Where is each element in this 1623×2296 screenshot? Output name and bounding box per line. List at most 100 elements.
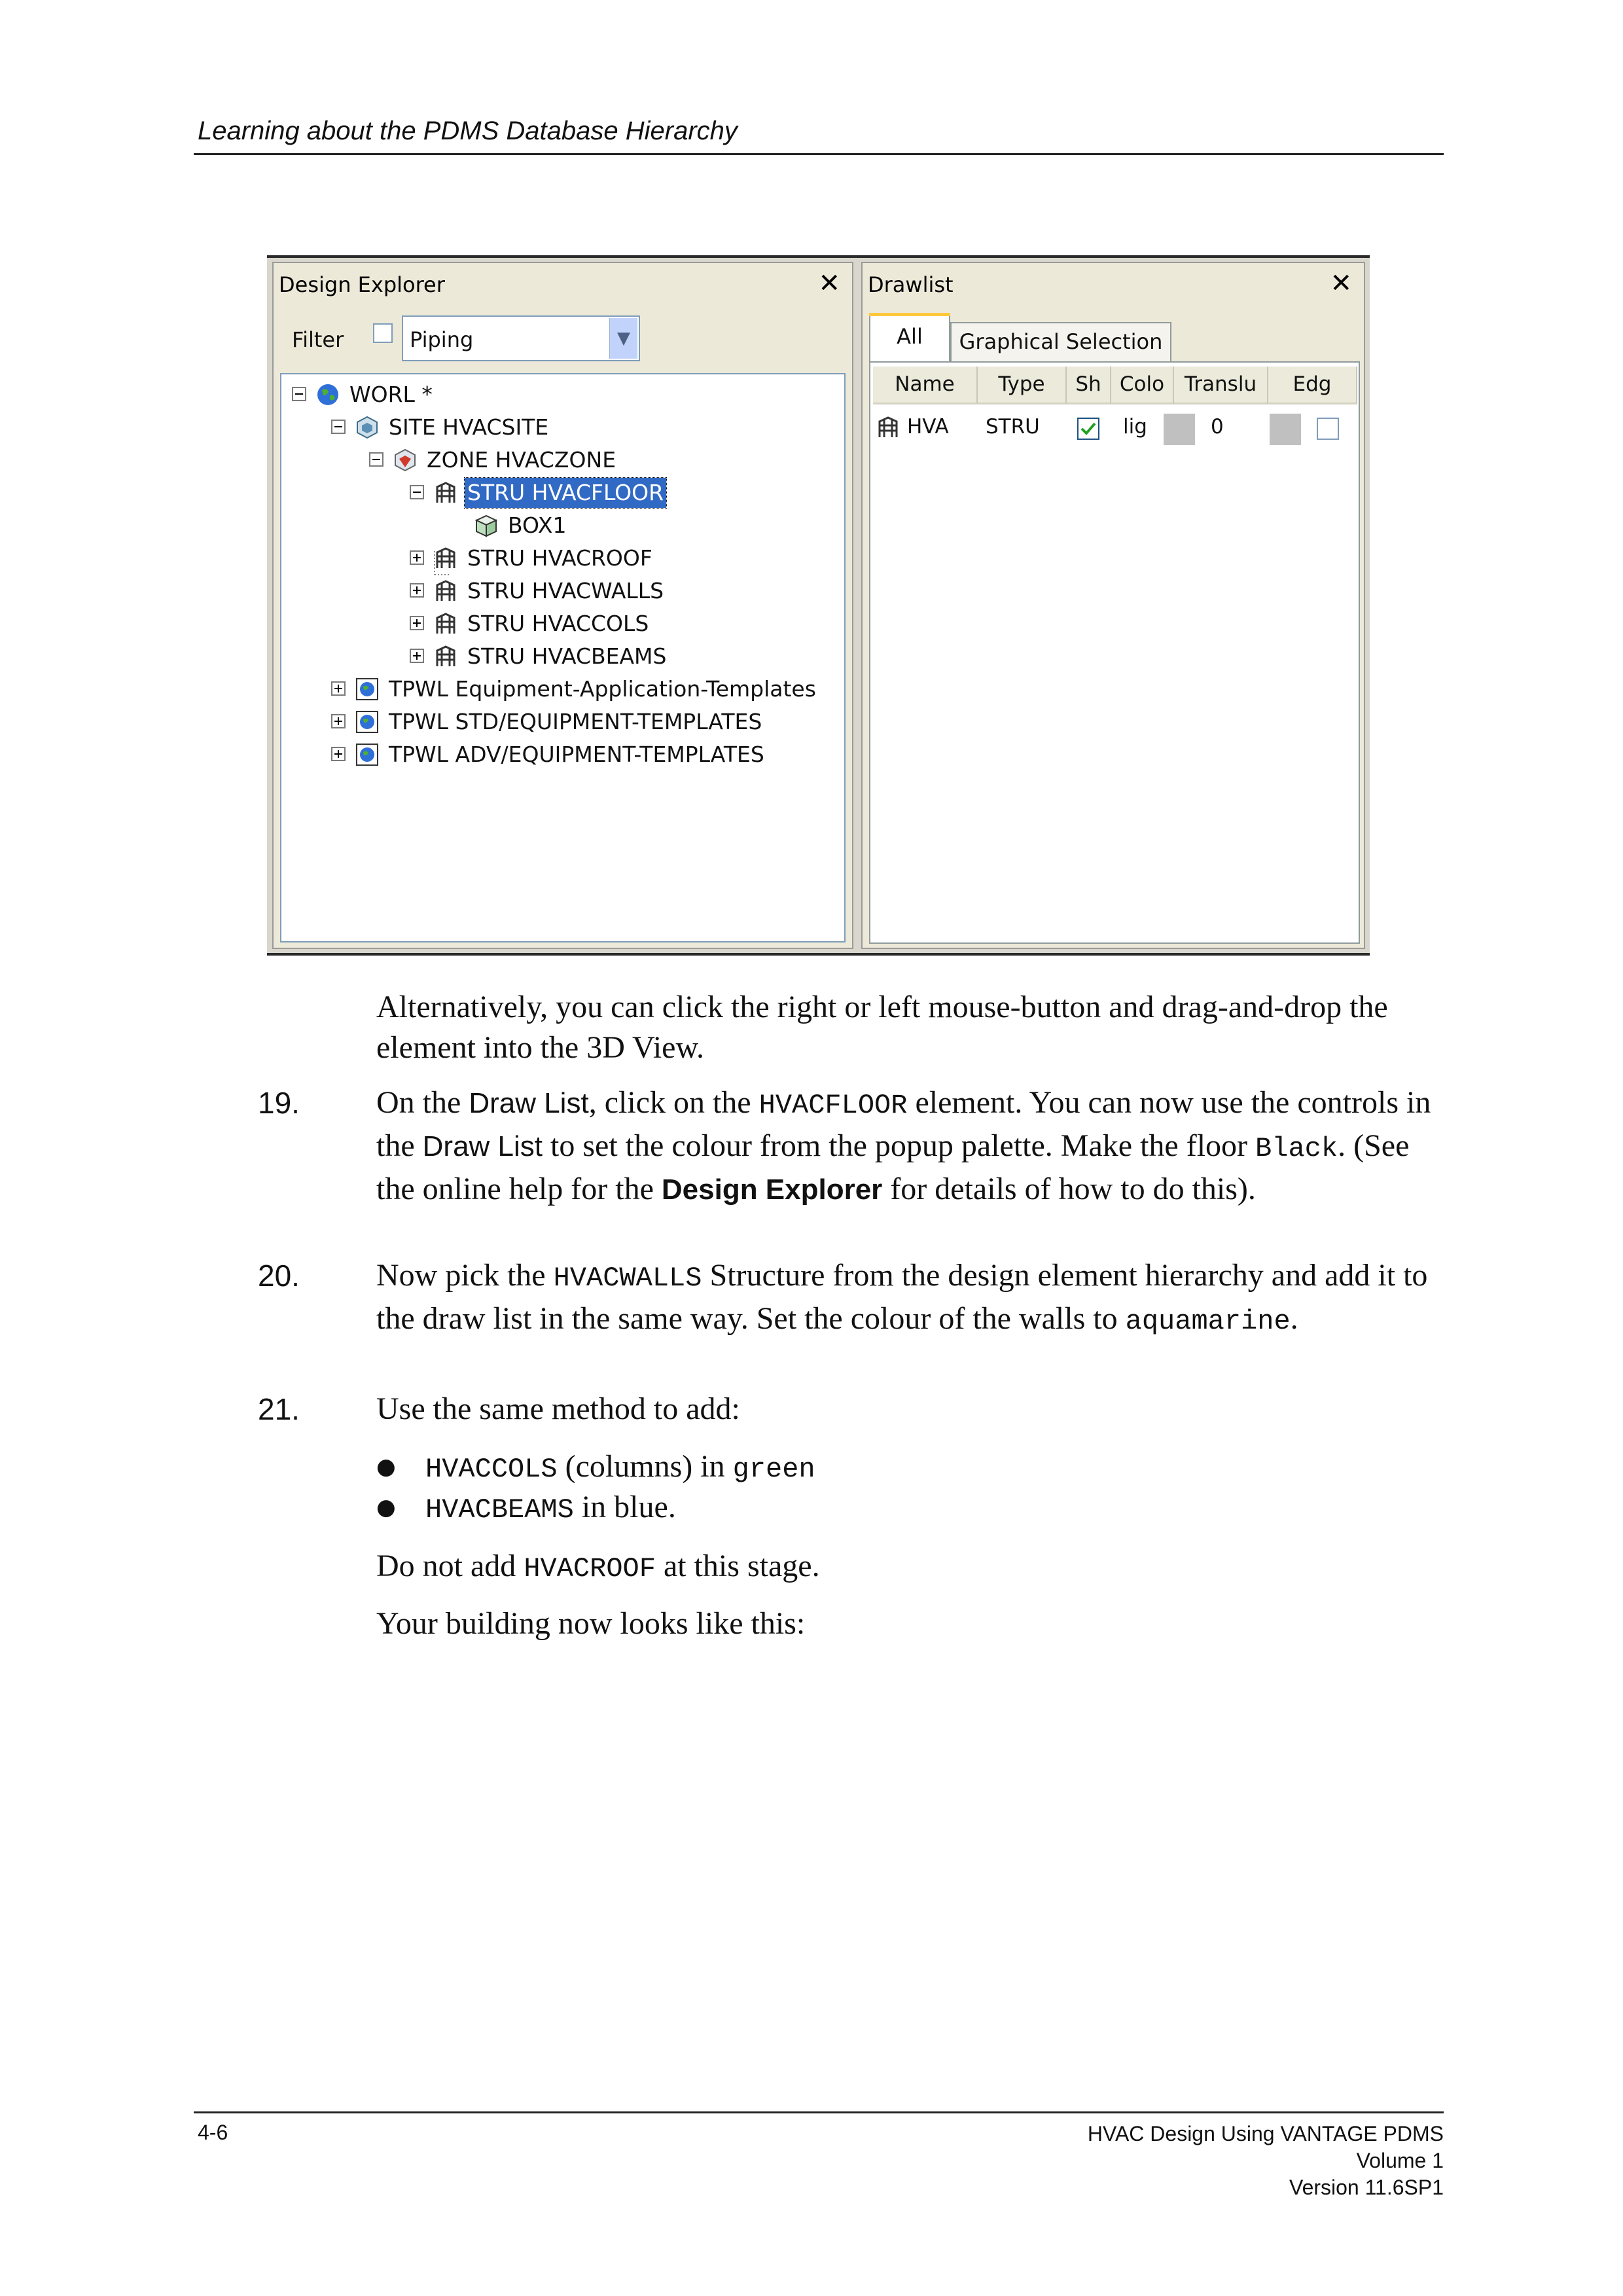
world-icon (317, 384, 338, 405)
tree-node-hvacbeams[interactable]: STRU HVACBEAMS (410, 641, 829, 672)
text: for details of how to do this). (882, 1172, 1256, 1206)
step-number-20: 20. (258, 1259, 300, 1293)
step-number-21: 21. (258, 1392, 300, 1426)
step-20-paragraph: Now pick the HVACWALLS Structure from th… (376, 1255, 1436, 1342)
tree-node-tpwl-app[interactable]: TPWL Equipment-Application-Templates (331, 674, 842, 704)
intro-paragraph: Alternatively, you can click the right o… (376, 990, 1388, 1065)
box-icon (474, 514, 498, 537)
code-hvacwalls: HVACWALLS (553, 1263, 702, 1294)
column-header-type[interactable]: Type (978, 367, 1067, 404)
template-world-icon (356, 711, 378, 733)
text: Now pick the (376, 1258, 554, 1293)
footer-info: HVAC Design Using VANTAGE PDMS Volume 1 … (1088, 2121, 1444, 2201)
tree-node-tpwl-std[interactable]: TPWL STD/EQUIPMENT-TEMPLATES (331, 707, 842, 737)
tree-node-hvacroof[interactable]: STRU HVACROOF (410, 543, 829, 573)
tree-label: STRU HVACCOLS (467, 611, 649, 636)
tree-node-site[interactable]: SITE HVACSITE (331, 412, 829, 442)
design-explorer-title: Design Explorer (279, 272, 445, 297)
tab-all[interactable]: All (869, 313, 950, 361)
tree-label: TPWL Equipment-Application-Templates (389, 676, 816, 702)
closing-paragraph: Your building now looks like this: (376, 1606, 806, 1641)
expand-icon[interactable] (331, 714, 346, 728)
expand-icon[interactable] (331, 747, 346, 761)
tree-node-hvacwalls[interactable]: STRU HVACWALLS (410, 576, 829, 606)
design-explorer-panel: Design Explorer ✕ Filter Piping ▼ WORL * (272, 262, 853, 949)
tree-label: STRU HVACBEAMS (467, 643, 667, 669)
drawlist-close-icon[interactable]: ✕ (1330, 268, 1352, 298)
ui-term-design-explorer: Design Explorer (661, 1174, 883, 1206)
structure-icon (878, 416, 898, 437)
version-label: Version 11.6SP1 (1289, 2176, 1444, 2199)
tree-node-box1[interactable]: BOX1 (450, 511, 830, 541)
row-name: HVA (907, 415, 949, 439)
row-translucency: 0 (1211, 415, 1224, 439)
code-hvaccols: HVACCOLS (425, 1454, 558, 1485)
figure-bottom-border (267, 953, 1370, 956)
collapse-icon[interactable] (331, 420, 346, 434)
bullet-dot: ● (376, 1494, 396, 1520)
code-hvacbeams: HVACBEAMS (425, 1494, 574, 1526)
filter-dropdown-value: Piping (410, 327, 474, 352)
colour-swatch[interactable] (1164, 414, 1195, 445)
row-colour: lig (1123, 415, 1147, 439)
column-header-colour[interactable]: Colo (1111, 367, 1174, 404)
code-hvacroof: HVACROOF (524, 1553, 656, 1585)
filter-label: Filter (292, 327, 344, 352)
column-header-translucency[interactable]: Translu (1174, 367, 1268, 404)
collapse-icon[interactable] (292, 387, 306, 401)
tab-graphical-selection[interactable]: Graphical Selection (950, 322, 1171, 361)
collapse-icon[interactable] (369, 452, 383, 467)
hierarchy-tree: WORL * SITE HVACSITE ZONE HVACZONE STRU … (280, 373, 846, 942)
template-world-icon (356, 744, 378, 766)
column-header-edges[interactable]: Edg (1268, 367, 1357, 404)
text: at this stage. (655, 1549, 820, 1583)
expand-icon[interactable] (410, 550, 424, 565)
tree-node-hvacfloor[interactable]: STRU HVACFLOOR (410, 477, 829, 509)
drawlist-panel: Drawlist ✕ All Graphical Selection Name … (861, 262, 1365, 949)
tree-label: STRU HVACWALLS (467, 578, 664, 603)
filter-dropdown[interactable]: Piping ▼ (402, 315, 640, 361)
row-type: STRU (986, 415, 1040, 439)
tree-node-tpwl-adv[interactable]: TPWL ADV/EQUIPMENT-TEMPLATES (331, 740, 842, 770)
edges-checkbox[interactable] (1317, 418, 1339, 440)
ui-term-draw-list: Draw List (469, 1087, 589, 1119)
structure-icon (436, 547, 455, 568)
text: to set the colour from the popup palette… (543, 1128, 1256, 1163)
chevron-down-icon[interactable]: ▼ (609, 318, 637, 359)
shown-checkbox[interactable] (1077, 418, 1099, 440)
drawlist-title: Drawlist (868, 272, 954, 297)
check-icon (1080, 422, 1096, 435)
tree-label: WORL * (349, 382, 433, 407)
volume-label: Volume 1 (1356, 2149, 1444, 2172)
step-21-paragraph: Use the same method to add: (376, 1391, 740, 1426)
zone-icon (395, 448, 416, 472)
drawlist-table: Name Type Sh Colo Translu Edg HVA STRU l… (869, 361, 1360, 944)
structure-icon (436, 580, 455, 601)
collapse-icon[interactable] (410, 485, 424, 499)
design-explorer-close-icon[interactable]: ✕ (818, 268, 840, 298)
code-aquamarine: aquamarine (1125, 1306, 1291, 1337)
column-header-shown[interactable]: Sh (1067, 367, 1111, 404)
ui-term-draw-list: Draw List (422, 1130, 543, 1162)
tree-node-zone[interactable]: ZONE HVACZONE (369, 445, 827, 475)
expand-icon[interactable] (410, 616, 424, 630)
tree-node-hvaccols[interactable]: STRU HVACCOLS (410, 609, 829, 639)
template-world-icon (356, 678, 378, 700)
header-rule (194, 153, 1444, 155)
expand-icon[interactable] (410, 583, 424, 598)
column-header-name[interactable]: Name (873, 367, 978, 404)
expand-icon[interactable] (331, 681, 346, 696)
code-black: Black (1255, 1133, 1338, 1164)
tree-node-worl[interactable]: WORL * (292, 380, 829, 410)
tree-label: STRU HVACROOF (467, 545, 652, 571)
code-green: green (732, 1454, 815, 1485)
expand-icon[interactable] (410, 649, 424, 663)
edge-colour-swatch[interactable] (1270, 414, 1301, 445)
text: On the (376, 1085, 469, 1120)
structure-icon (436, 645, 455, 666)
screenshot-figure: Design Explorer ✕ Filter Piping ▼ WORL * (267, 255, 1370, 956)
text: Do not add (376, 1549, 524, 1583)
filter-checkbox[interactable] (373, 323, 393, 343)
structure-icon (436, 482, 455, 503)
structure-icon (436, 613, 455, 634)
